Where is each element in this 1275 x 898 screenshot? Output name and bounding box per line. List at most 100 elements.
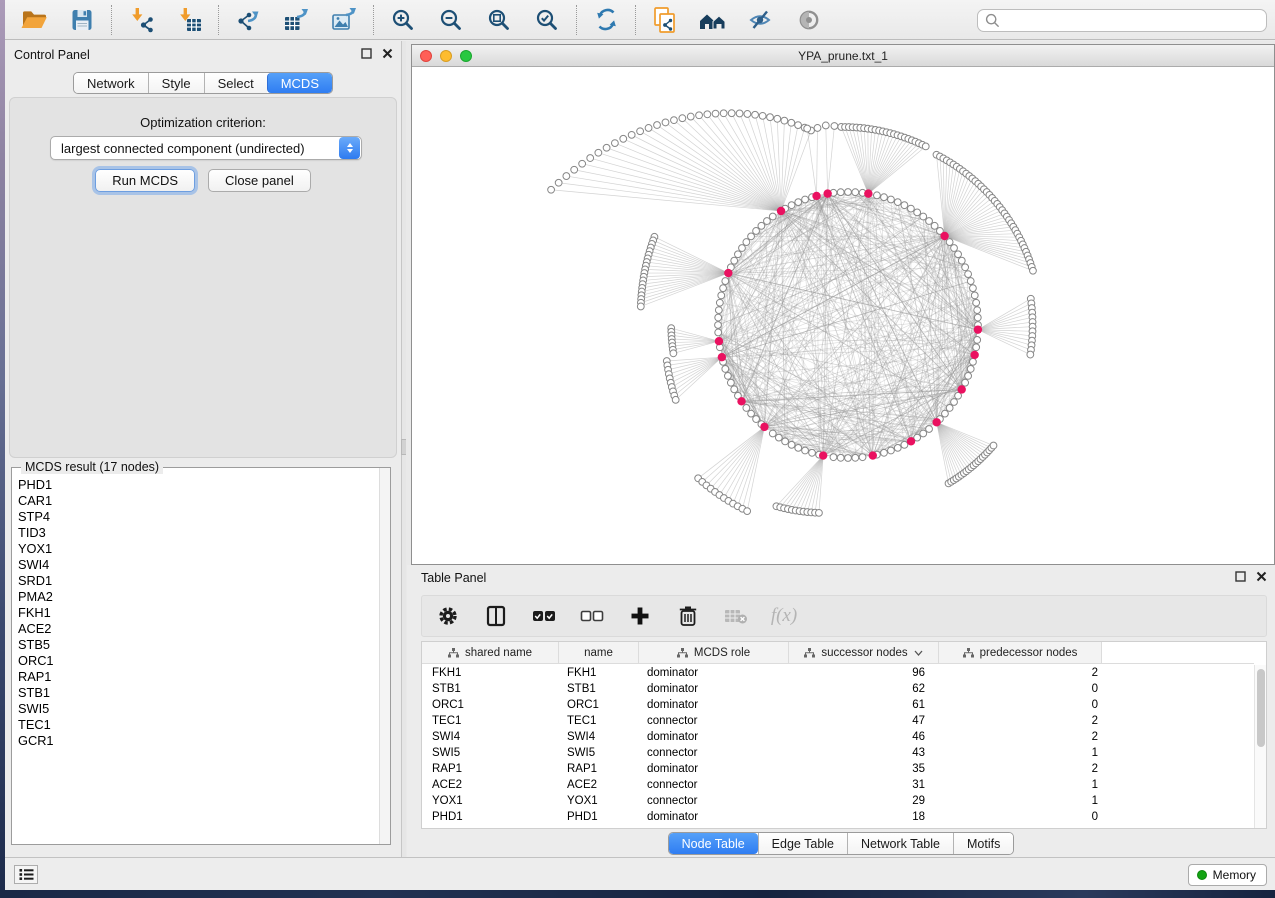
network-node[interactable] — [965, 372, 972, 379]
run-mcds-button[interactable]: Run MCDS — [95, 169, 195, 192]
tab-node-table[interactable]: Node Table — [669, 833, 758, 854]
network-leaf-node[interactable] — [662, 119, 669, 126]
table-row[interactable]: FKH1FKH1dominator962 — [422, 665, 1254, 681]
network-leaf-node[interactable] — [831, 123, 838, 130]
network-leaf-node[interactable] — [587, 155, 594, 162]
network-node[interactable] — [715, 314, 722, 321]
network-node[interactable] — [967, 366, 974, 373]
deselect-all-icon[interactable] — [580, 604, 604, 628]
network-node[interactable] — [973, 344, 980, 351]
network-node[interactable] — [743, 405, 750, 412]
table-row[interactable]: RAP1RAP1dominator352 — [422, 761, 1254, 777]
search-input[interactable] — [1005, 14, 1266, 28]
network-leaf-node[interactable] — [752, 111, 759, 118]
network-leaf-node[interactable] — [611, 140, 618, 147]
import-network-icon[interactable] — [126, 5, 156, 35]
network-node[interactable] — [743, 239, 750, 246]
network-node[interactable] — [926, 426, 933, 433]
network-node[interactable] — [971, 292, 978, 299]
network-node[interactable] — [724, 372, 731, 379]
network-leaf-node[interactable] — [620, 135, 627, 142]
tab-edge-table[interactable]: Edge Table — [758, 833, 847, 854]
table-row[interactable]: TEC1TEC1connector472 — [422, 713, 1254, 729]
network-leaf-node[interactable] — [816, 509, 823, 516]
network-node[interactable] — [914, 209, 921, 216]
network-leaf-node[interactable] — [720, 110, 727, 117]
network-node[interactable] — [852, 189, 859, 196]
network-leaf-node[interactable] — [555, 179, 562, 186]
zoom-in-icon[interactable] — [388, 5, 418, 35]
network-leaf-node[interactable] — [712, 110, 719, 117]
network-mcds-hub-node[interactable] — [819, 451, 827, 459]
network-node[interactable] — [965, 271, 972, 278]
network-node[interactable] — [970, 285, 977, 292]
network-leaf-node[interactable] — [728, 110, 735, 117]
network-leaf-node[interactable] — [774, 115, 781, 122]
tab-motifs[interactable]: Motifs — [953, 833, 1013, 854]
export-network-icon[interactable] — [233, 5, 263, 35]
network-leaf-node[interactable] — [548, 186, 555, 193]
network-node[interactable] — [967, 278, 974, 285]
network-leaf-node[interactable] — [744, 111, 751, 118]
column-header-name[interactable]: name — [559, 642, 639, 663]
network-mcds-hub-node[interactable] — [760, 423, 768, 431]
network-mcds-hub-node[interactable] — [970, 351, 978, 359]
column-header-successor-nodes[interactable]: successor nodes — [789, 642, 939, 663]
network-node[interactable] — [722, 366, 729, 373]
table-row[interactable]: ACE2ACE2connector311 — [422, 777, 1254, 793]
refresh-icon[interactable] — [591, 5, 621, 35]
home-icon[interactable] — [698, 5, 728, 35]
network-leaf-node[interactable] — [670, 350, 677, 357]
mcds-result-item[interactable]: FKH1 — [18, 605, 379, 621]
network-node[interactable] — [962, 379, 969, 386]
network-node[interactable] — [769, 213, 776, 220]
table-row[interactable]: SWI5SWI5connector431 — [422, 745, 1254, 761]
network-node[interactable] — [715, 329, 722, 336]
network-mcds-hub-node[interactable] — [715, 337, 723, 345]
table-row[interactable]: STB1STB1dominator620 — [422, 681, 1254, 697]
network-node[interactable] — [716, 299, 723, 306]
network-node[interactable] — [894, 444, 901, 451]
network-node[interactable] — [859, 454, 866, 461]
network-node[interactable] — [845, 455, 852, 462]
network-node[interactable] — [974, 314, 981, 321]
network-node[interactable] — [946, 239, 953, 246]
network-leaf-node[interactable] — [767, 114, 774, 121]
criterion-dropdown[interactable]: largest connected component (undirected) — [50, 136, 362, 160]
network-node[interactable] — [852, 454, 859, 461]
mcds-result-list[interactable]: PHD1CAR1STP4TID3YOX1SWI4SRD1PMA2FKH1ACE2… — [12, 471, 379, 844]
network-node[interactable] — [764, 218, 771, 225]
show-eye-icon[interactable] — [794, 5, 824, 35]
export-image-icon[interactable] — [329, 5, 359, 35]
mcds-result-item[interactable]: STP4 — [18, 509, 379, 525]
network-leaf-node[interactable] — [804, 125, 811, 132]
table-scrollbar[interactable] — [1254, 665, 1266, 828]
network-node[interactable] — [782, 438, 789, 445]
network-mcds-hub-node[interactable] — [864, 189, 872, 197]
network-node[interactable] — [753, 228, 760, 235]
network-leaf-node[interactable] — [637, 128, 644, 135]
network-node[interactable] — [874, 192, 881, 199]
mcds-result-item[interactable]: STB5 — [18, 637, 379, 653]
network-node[interactable] — [951, 399, 958, 406]
close-panel-icon[interactable] — [382, 48, 393, 59]
zoom-selected-icon[interactable] — [532, 5, 562, 35]
network-node[interactable] — [920, 213, 927, 220]
network-leaf-node[interactable] — [679, 115, 686, 122]
network-node[interactable] — [795, 199, 802, 206]
network-node[interactable] — [926, 218, 933, 225]
network-node[interactable] — [731, 386, 738, 393]
table-row[interactable]: ORC1ORC1dominator610 — [422, 697, 1254, 713]
save-session-icon[interactable] — [67, 5, 97, 35]
network-node[interactable] — [802, 196, 809, 203]
network-mcds-hub-node[interactable] — [958, 385, 966, 393]
hide-panels-eye-icon[interactable] — [746, 5, 776, 35]
network-leaf-node[interactable] — [603, 144, 610, 151]
tab-select[interactable]: Select — [204, 73, 267, 93]
table-row[interactable]: SWI4SWI4dominator462 — [422, 729, 1254, 745]
task-history-button[interactable] — [14, 865, 38, 884]
network-node[interactable] — [775, 434, 782, 441]
clone-network-icon[interactable] — [650, 5, 680, 35]
network-leaf-node[interactable] — [736, 110, 743, 117]
network-node[interactable] — [731, 257, 738, 264]
